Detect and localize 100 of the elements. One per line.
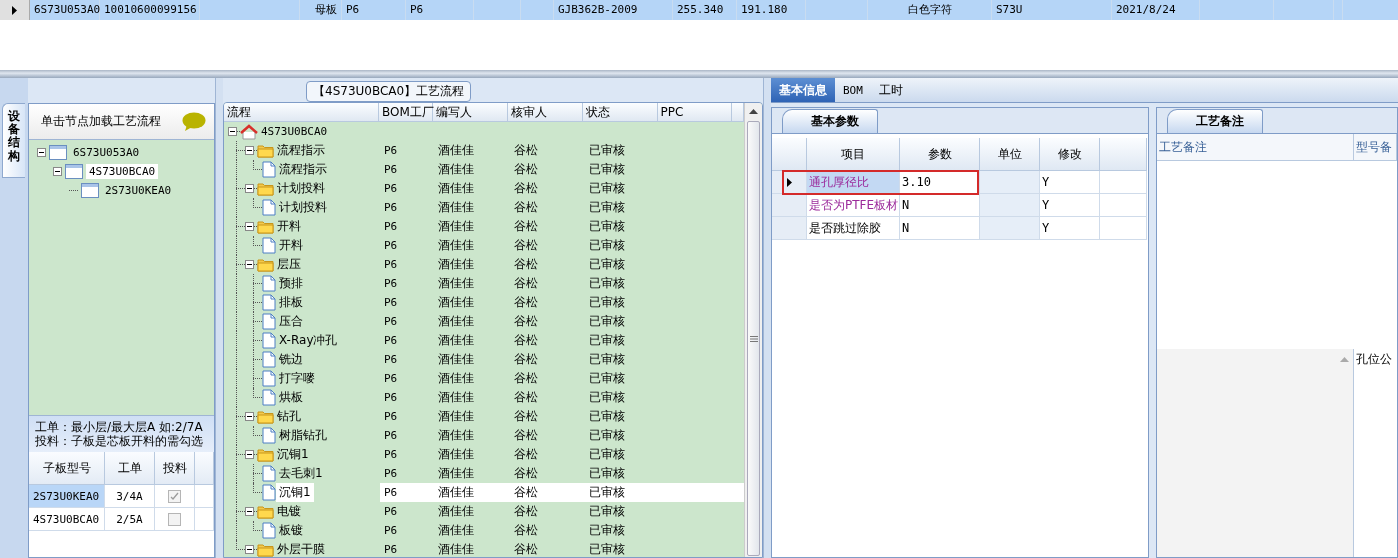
- table-cell-text: P6: [383, 448, 399, 461]
- table-cell-text: P6: [383, 410, 399, 423]
- document-icon: [262, 465, 276, 482]
- scrollbar[interactable]: [744, 103, 762, 557]
- tree-item[interactable]: 预排: [276, 274, 306, 293]
- table-cell-text: 谷松: [513, 218, 539, 235]
- column-header[interactable]: 核审人: [508, 103, 583, 121]
- table-cell-text: 已审核: [588, 351, 626, 368]
- tree-item[interactable]: 烘板: [276, 388, 306, 407]
- document-icon: [262, 389, 276, 406]
- tab[interactable]: 工艺备注: [1167, 109, 1263, 133]
- tree-item[interactable]: 沉铜1: [274, 445, 312, 464]
- table-cell-text: 酒佳佳: [437, 142, 475, 159]
- column-header[interactable]: 项目: [807, 138, 900, 171]
- table-row[interactable]: 6S73U053A0 10010600099156 母板 P6 P6 GJB362B-2009 255.340 191.180 白色字符 S73U 2021/8/24: [0, 0, 1398, 20]
- tree-item[interactable]: 排板: [276, 293, 306, 312]
- expander-icon[interactable]: [245, 450, 254, 459]
- table-cell-text: 谷松: [513, 522, 539, 539]
- expander-icon[interactable]: [245, 146, 254, 155]
- table-cell[interactable]: 4S73U0BCA0: [29, 508, 105, 531]
- column-header[interactable]: 状态: [583, 103, 658, 121]
- tab[interactable]: 基本信息: [771, 78, 835, 102]
- expander-icon[interactable]: [245, 545, 254, 554]
- table-cell: 2/5A: [105, 508, 155, 531]
- tree-item[interactable]: 计划投料: [276, 198, 330, 217]
- column-header[interactable]: 参数: [900, 138, 980, 171]
- table-cell-text: P6: [383, 258, 399, 271]
- table-cell-text: 谷松: [513, 427, 539, 444]
- tree-item[interactable]: 流程指示: [274, 141, 328, 160]
- table-cell: 191.180: [737, 0, 806, 20]
- table-cell-text: 已审核: [588, 465, 626, 482]
- column-header[interactable]: 工艺备注: [1157, 134, 1354, 161]
- tree-item[interactable]: 4S73U0BCA0: [86, 164, 159, 179]
- column-header[interactable]: BOM工厂: [378, 103, 433, 121]
- tree-item[interactable]: 计划投料: [274, 179, 328, 198]
- folder-icon: [257, 219, 274, 234]
- tree-item[interactable]: 6S73U053A0: [70, 145, 143, 160]
- expander-icon[interactable]: [245, 222, 254, 231]
- table-cell-text: 已审核: [588, 237, 626, 254]
- hint-text: 单击节点加载工艺流程: [41, 113, 161, 130]
- expander-icon[interactable]: [245, 507, 254, 516]
- folder-icon: [257, 447, 274, 462]
- table-cell-text: 已审核: [588, 161, 626, 178]
- tab[interactable]: 工时: [870, 78, 911, 102]
- tree-item[interactable]: 流程指示: [276, 160, 330, 179]
- table-cell[interactable]: 是否为PTFE板材: [807, 194, 900, 217]
- note-text: 投料：子板是芯板开料的需勾选: [35, 434, 204, 448]
- table-cell-text: P6: [383, 524, 399, 537]
- column-header[interactable]: 单位: [980, 138, 1040, 171]
- column-header: [195, 452, 214, 485]
- house-icon: [240, 123, 258, 140]
- tree-item[interactable]: 开料: [276, 236, 306, 255]
- tree-item[interactable]: 4S73U0BCA0: [258, 124, 331, 139]
- table-cell-text: 已审核: [588, 332, 626, 349]
- table-cell: Y: [1040, 171, 1100, 194]
- tab[interactable]: BOM: [835, 78, 871, 102]
- tree-item[interactable]: 树脂钻孔: [276, 426, 330, 445]
- tree-item[interactable]: 打字嘜: [276, 369, 318, 388]
- panel-title: 【4S73U0BCA0】工艺流程: [306, 81, 472, 102]
- expander-icon[interactable]: [245, 184, 254, 193]
- tree-item[interactable]: 钻孔: [274, 407, 304, 426]
- tree-item[interactable]: 电镀: [274, 502, 304, 521]
- document-icon: [262, 427, 276, 444]
- tree-item[interactable]: 开料: [274, 217, 304, 236]
- checkbox[interactable]: [168, 512, 181, 526]
- expander-icon[interactable]: [228, 127, 237, 136]
- column-header[interactable]: 工单: [105, 452, 155, 485]
- table-cell-text: 酒佳佳: [437, 541, 475, 557]
- scroll-up-icon[interactable]: [749, 109, 758, 114]
- tree-item[interactable]: 层压: [274, 255, 304, 274]
- table-cell-text: 谷松: [513, 199, 539, 216]
- table-cell: 孔位公: [1356, 351, 1392, 366]
- side-tab[interactable]: 设备结构: [2, 103, 25, 178]
- expander-icon[interactable]: [245, 412, 254, 421]
- table-cell-text: 酒佳佳: [437, 237, 475, 254]
- column-header[interactable]: 子板型号: [29, 452, 105, 485]
- tab[interactable]: 基本参数: [782, 109, 878, 133]
- tree-item[interactable]: 外层干膜: [274, 540, 328, 557]
- expander-icon[interactable]: [53, 167, 62, 176]
- tree-item[interactable]: 铣边: [276, 350, 306, 369]
- table-cell[interactable]: 是否跳过除胶: [807, 217, 900, 240]
- table-cell: S73U: [992, 0, 1112, 20]
- expander-icon[interactable]: [245, 260, 254, 269]
- tree-item[interactable]: 板镀: [276, 521, 306, 540]
- table-cell[interactable]: 2S73U0KEA0: [29, 485, 105, 508]
- tree-item[interactable]: X-Ray冲孔: [276, 331, 341, 350]
- column-header[interactable]: 流程: [224, 103, 379, 121]
- table-cell: [980, 217, 1040, 240]
- expander-icon[interactable]: [37, 148, 46, 157]
- checkbox[interactable]: [168, 489, 181, 503]
- column-header[interactable]: 型号备: [1354, 134, 1397, 161]
- tree-item[interactable]: 2S73U0KEA0: [102, 183, 175, 198]
- column-header[interactable]: 修改: [1040, 138, 1100, 171]
- tree-item[interactable]: 去毛刺1: [276, 464, 326, 483]
- table-cell-text: 谷松: [513, 351, 539, 368]
- table-cell-text: 谷松: [513, 142, 539, 159]
- row-pointer-icon: [786, 177, 792, 187]
- tree-item[interactable]: 压合: [276, 312, 306, 331]
- column-header[interactable]: 投料: [155, 452, 195, 485]
- column-header[interactable]: PPC: [657, 103, 733, 121]
